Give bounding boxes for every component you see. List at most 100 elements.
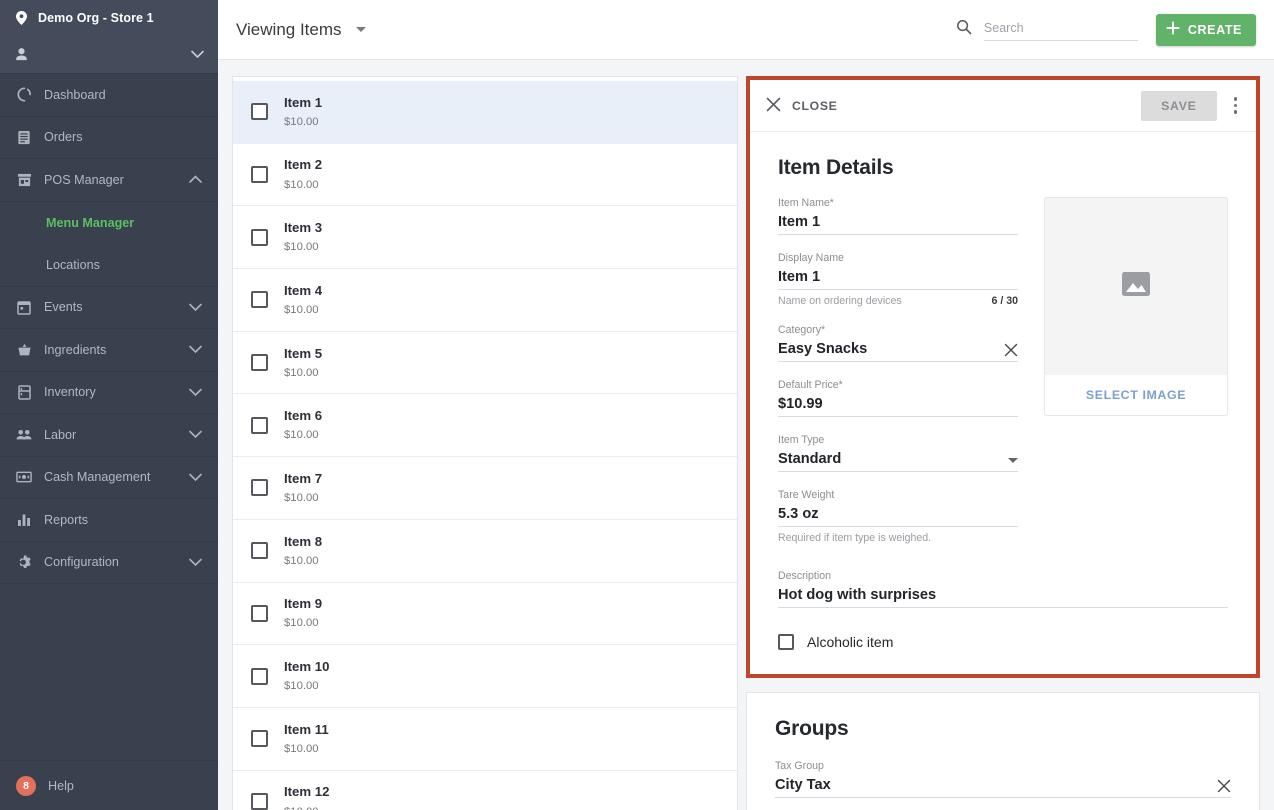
image-card: SELECT IMAGE — [1044, 197, 1228, 416]
row-checkbox[interactable] — [251, 792, 268, 810]
groups-body: Groups Tax Group City Tax — [747, 693, 1259, 810]
org-selector[interactable]: Demo Org - Store 1 — [0, 0, 218, 36]
sidebar-item-cash-management[interactable]: Cash Management — [0, 457, 218, 499]
content-area: Item 1 $10.00 Item 2 $10.00 Item 3 $10.00 Item… — [218, 60, 1274, 810]
item-type-select[interactable]: Item Type Standard — [778, 434, 1018, 472]
plus-icon — [1166, 21, 1180, 38]
row-checkbox[interactable] — [251, 667, 268, 685]
row-checkbox[interactable] — [251, 166, 268, 184]
sidebar-subitem-label: Locations — [46, 257, 100, 272]
alcoholic-item-checkbox[interactable]: Alcoholic item — [778, 634, 1228, 650]
chevron-down-icon — [189, 303, 202, 312]
field-value: $10.99 — [778, 396, 823, 412]
search-icon — [956, 19, 972, 40]
sidebar-item-label: POS Manager — [44, 172, 124, 187]
sidebar-item-inventory[interactable]: Inventory — [0, 372, 218, 414]
sidebar-item-pos-manager[interactable]: POS Manager — [0, 159, 218, 202]
table-row[interactable]: Item 5 $10.00 — [233, 332, 737, 395]
clear-x-icon[interactable] — [996, 343, 1018, 357]
row-checkbox[interactable] — [251, 291, 268, 309]
sidebar-item-events[interactable]: Events — [0, 287, 218, 329]
alcoholic-item-label: Alcoholic item — [807, 634, 894, 650]
item-details-footer: Description Hot dog with surprises Alcoh… — [750, 570, 1256, 674]
description-field[interactable]: Description Hot dog with surprises — [778, 570, 1228, 608]
table-row[interactable]: Item 2 $10.00 — [233, 144, 737, 207]
item-name-field[interactable]: Item Name* Item 1 — [778, 197, 1018, 235]
field-hint: Required if item type is weighed. — [778, 532, 932, 544]
table-row[interactable]: Item 9 $10.00 — [233, 583, 737, 646]
chevron-down-icon — [189, 473, 202, 482]
row-checkbox[interactable] — [251, 542, 268, 560]
sidebar-item-menu-manager[interactable]: Menu Manager — [0, 202, 218, 244]
image-placeholder-icon — [1120, 268, 1152, 305]
field-value: Standard — [778, 451, 842, 467]
item-price: $10.00 — [284, 554, 319, 567]
table-row[interactable]: Item 12 $10.00 — [233, 771, 737, 810]
item-price: $10.00 — [284, 429, 319, 442]
category-field[interactable]: Category* Easy Snacks — [778, 324, 1018, 362]
table-row[interactable]: Item 1 $10.00 — [233, 81, 737, 144]
sidebar-item-locations[interactable]: Locations — [0, 244, 218, 286]
chevron-down-icon — [191, 46, 204, 64]
row-checkbox[interactable] — [251, 228, 268, 246]
field-value: Hot dog with surprises — [778, 587, 937, 603]
item-price: $10.00 — [284, 366, 319, 379]
row-checkbox[interactable] — [251, 416, 268, 434]
sidebar-item-orders[interactable]: Orders — [0, 117, 218, 159]
table-row[interactable]: Item 11 $10.00 — [233, 708, 737, 771]
row-checkbox[interactable] — [251, 479, 268, 497]
calendar-icon — [16, 299, 32, 315]
table-row[interactable]: Item 10 $10.00 — [233, 645, 737, 708]
item-name: Item 8 — [284, 533, 323, 549]
close-button[interactable]: CLOSE — [766, 97, 837, 115]
default-price-field[interactable]: Default Price* $10.99 — [778, 379, 1018, 417]
sidebar-item-configuration[interactable]: Configuration — [0, 542, 218, 584]
detail-column: CLOSE SAVE Item Details Item Name* Item … — [746, 76, 1260, 810]
tare-weight-field[interactable]: Tare Weight 5.3 oz Required if item type… — [778, 489, 1018, 544]
table-row[interactable]: Item 6 $10.00 — [233, 394, 737, 458]
help-button[interactable]: 8 Help — [0, 760, 218, 810]
item-name: Item 12 — [284, 784, 330, 800]
table-row[interactable]: Item 8 $10.00 — [233, 520, 737, 583]
sidebar-item-label: Cash Management — [44, 470, 151, 485]
row-checkbox[interactable] — [251, 354, 268, 372]
cash-icon — [16, 469, 32, 485]
item-price: $10.00 — [284, 115, 319, 128]
select-image-button[interactable]: SELECT IMAGE — [1045, 375, 1227, 415]
item-list-panel[interactable]: Item 1 $10.00 Item 2 $10.00 Item 3 $10.00 Item… — [232, 76, 738, 810]
field-label: Category* — [778, 324, 826, 336]
row-checkbox[interactable] — [251, 103, 268, 121]
view-selector[interactable]: Viewing Items — [236, 20, 366, 40]
item-price: $10.00 — [284, 806, 319, 810]
item-name: Item 5 — [284, 345, 323, 361]
app-root: Demo Org - Store 1 Dashboard Orders POS … — [0, 0, 1274, 810]
sidebar-item-label: Events — [44, 300, 83, 315]
row-checkbox[interactable] — [251, 604, 268, 622]
sidebar-item-ingredients[interactable]: Ingredients — [0, 329, 218, 372]
sidebar-item-reports[interactable]: Reports — [0, 499, 218, 542]
display-name-field[interactable]: Display Name Item 1 Name on ordering dev… — [778, 252, 1018, 307]
table-row[interactable]: Item 7 $10.00 — [233, 457, 737, 520]
field-label: Item Name* — [778, 197, 834, 209]
sidebar-item-labor[interactable]: Labor — [0, 414, 218, 457]
gear-icon — [16, 554, 32, 570]
table-row[interactable]: Item 4 $10.00 — [233, 269, 737, 332]
item-details-body: Item Details Item Name* Item 1 Display N… — [750, 132, 1256, 570]
save-button[interactable]: SAVE — [1141, 90, 1217, 121]
create-button[interactable]: CREATE — [1155, 13, 1256, 46]
row-checkbox[interactable] — [251, 730, 268, 748]
user-menu[interactable] — [0, 36, 218, 74]
sidebar-item-label: Inventory — [44, 385, 96, 400]
help-label: Help — [48, 778, 74, 793]
tare-weight-hint-row: Required if item type is weighed. — [778, 532, 1018, 544]
sidebar-item-dashboard[interactable]: Dashboard — [0, 74, 218, 117]
dashboard-icon — [16, 87, 32, 103]
search-input[interactable] — [983, 18, 1138, 41]
fridge-icon — [16, 384, 32, 400]
more-vertical-icon[interactable] — [1229, 91, 1243, 120]
close-button-label: CLOSE — [792, 98, 838, 113]
tax-group-field[interactable]: Tax Group City Tax — [775, 760, 1231, 798]
clear-x-icon[interactable] — [1209, 779, 1231, 793]
table-row[interactable]: Item 3 $10.00 — [233, 206, 737, 270]
item-name: Item 4 — [284, 282, 323, 298]
